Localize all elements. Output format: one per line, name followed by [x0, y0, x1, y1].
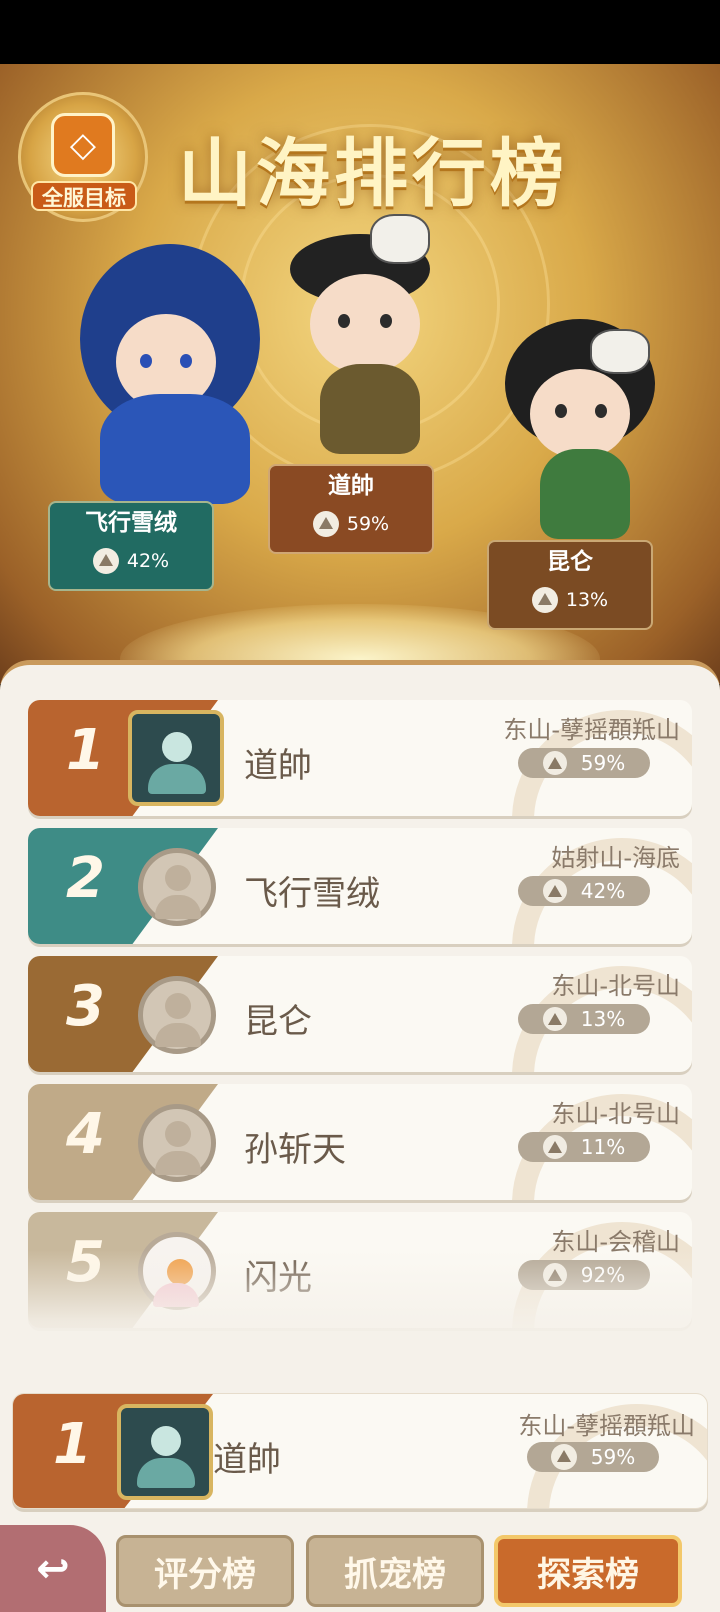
- ranking-row[interactable]: 2 飞行雪绒 姑射山-海底 42%: [28, 828, 692, 944]
- avatar[interactable]: [138, 976, 216, 1054]
- ranking-row[interactable]: 4 孙斩天 东山-北号山 11%: [28, 1084, 692, 1200]
- avatar[interactable]: [128, 710, 224, 806]
- podium-percent: 42%: [126, 550, 170, 572]
- server-name: 东山-北号山: [551, 1100, 680, 1128]
- back-button[interactable]: ↩: [0, 1525, 106, 1612]
- tab-score-ranking[interactable]: 评分榜: [116, 1535, 294, 1607]
- podium-percent: 59%: [346, 513, 390, 535]
- ranking-row[interactable]: 3 昆仑 东山-北号山 13%: [28, 956, 692, 1072]
- tab-pet-ranking[interactable]: 抓宠榜: [306, 1535, 484, 1607]
- character-third-place[interactable]: [500, 319, 670, 549]
- character-second-place[interactable]: [60, 244, 280, 504]
- character-first-place[interactable]: [280, 214, 450, 464]
- progress-percent: 59%: [580, 751, 626, 775]
- progress-badge: 11%: [518, 1132, 650, 1162]
- avatar[interactable]: [117, 1404, 213, 1500]
- mountain-icon: [542, 1135, 567, 1159]
- podium-name: 飞行雪绒: [85, 510, 177, 536]
- server-name: 东山-孽摇頵羝山: [503, 716, 680, 744]
- progress-percent: 11%: [580, 1135, 626, 1159]
- player-name: 昆仑: [244, 1002, 312, 1042]
- progress-percent: 42%: [580, 879, 626, 903]
- player-name: 飞行雪绒: [244, 874, 380, 914]
- avatar[interactable]: [138, 848, 216, 926]
- tab-label: 探索榜: [537, 1554, 639, 1595]
- avatar[interactable]: [138, 1104, 216, 1182]
- page-title: 山海排行榜: [178, 131, 568, 217]
- mountain-icon: [312, 511, 339, 537]
- podium-plate-second: 飞行雪绒 42%: [48, 501, 214, 591]
- podium-plate-third: 昆仑 13%: [487, 540, 653, 630]
- progress-badge: 42%: [518, 876, 650, 906]
- podium-name: 道帥: [328, 473, 374, 499]
- progress-badge: 13%: [518, 1004, 650, 1034]
- mountain-icon: [542, 1007, 567, 1031]
- podium-area: ◇ 全服目标 山海排行榜 飞行雪绒 42% 道帥 59% 昆仑 13%: [0, 64, 720, 684]
- list-fade: [0, 1250, 720, 1350]
- mountain-icon: [550, 1444, 577, 1470]
- podium-percent: 13%: [565, 589, 609, 611]
- podium-plate-first: 道帥 59%: [268, 464, 434, 554]
- progress-percent: 13%: [580, 1007, 626, 1031]
- player-name: 孙斩天: [244, 1130, 346, 1170]
- bottom-tab-bar: ↩ 评分榜 抓宠榜 探索榜: [0, 1525, 720, 1612]
- mountain-icon: [531, 587, 558, 613]
- player-name: 道帥: [213, 1440, 281, 1480]
- server-name: 东山-孽摇頵羝山: [518, 1412, 695, 1440]
- server-goal-badge[interactable]: ◇ 全服目标: [18, 92, 148, 222]
- mountain-icon: [542, 879, 567, 903]
- podium-name: 昆仑: [547, 549, 593, 575]
- badge-label: 全服目标: [31, 181, 137, 211]
- player-name: 道帥: [244, 746, 312, 786]
- status-bar: [0, 0, 720, 64]
- mountain-icon: [542, 751, 567, 775]
- progress-badge: 59%: [527, 1442, 659, 1472]
- server-name: 姑射山-海底: [551, 844, 680, 872]
- back-icon: ↩: [36, 1545, 70, 1592]
- server-name: 东山-北号山: [551, 972, 680, 1000]
- ranking-row[interactable]: 1 道帥 东山-孽摇頵羝山 59%: [28, 700, 692, 816]
- mountain-icon: [92, 548, 119, 574]
- tab-label: 评分榜: [154, 1554, 256, 1595]
- progress-percent: 59%: [590, 1445, 636, 1469]
- progress-badge: 59%: [518, 748, 650, 778]
- tab-label: 抓宠榜: [344, 1554, 446, 1595]
- treasure-icon: ◇: [51, 113, 115, 177]
- tab-explore-ranking[interactable]: 探索榜: [494, 1535, 682, 1607]
- my-rank-row[interactable]: 1 道帥 东山-孽摇頵羝山 59%: [12, 1393, 708, 1509]
